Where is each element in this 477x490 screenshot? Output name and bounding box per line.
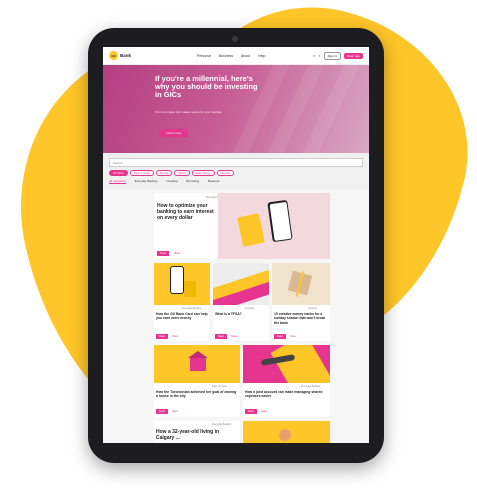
bank-card-image	[237, 213, 265, 247]
logo-icon: GX	[109, 51, 118, 60]
article-image	[154, 345, 240, 383]
chip-spend[interactable]: Spend	[174, 170, 190, 176]
chip-all-topics[interactable]: All Topics	[109, 170, 128, 176]
hero-subtitle: Find out where GIC makes sense for your …	[155, 110, 222, 114]
article-category: Save & Invest	[212, 385, 227, 388]
article-category: Investing	[245, 307, 255, 310]
article-category: Lifestyle	[308, 307, 317, 310]
open-account-button[interactable]: Open app	[343, 52, 363, 59]
hero-title: If you're a millennial, here's why you s…	[155, 74, 258, 99]
logo-text: Bank	[120, 53, 132, 58]
featured-image	[218, 193, 330, 259]
share-link[interactable]: Share	[290, 335, 296, 338]
phone-image	[170, 266, 184, 294]
camera-icon	[232, 36, 238, 42]
read-button[interactable]: Read	[274, 334, 286, 339]
share-link[interactable]: Share	[172, 335, 178, 338]
share-link[interactable]: Share	[231, 335, 237, 338]
article-title: How the GX Bank Card can help you earn m…	[156, 312, 208, 321]
top-navigation: GX Bank Personal Business About Help ⌕ ◐…	[103, 47, 369, 65]
article-title: How the Torontonian achieved her goal of…	[156, 390, 237, 399]
language-icon[interactable]: ◐	[318, 53, 320, 58]
search-input[interactable]: Search	[109, 158, 363, 167]
read-button[interactable]: Read	[245, 409, 257, 414]
read-button[interactable]: Read	[215, 334, 227, 339]
topic-chips: All Topics Save & Invest Borrow Spend Ma…	[109, 170, 363, 176]
bank-card-image	[184, 281, 196, 297]
article-title: How a 32-year-old living in Calgary ...	[156, 429, 220, 441]
tab-investing[interactable]: Investing	[166, 179, 177, 184]
tab-everyday-banking[interactable]: Everyday Banking	[135, 179, 158, 184]
share-link[interactable]: Share	[261, 410, 267, 413]
article-category: Everyday Banking	[182, 307, 202, 310]
article-title: 15 creative money hacks for a holiday se…	[274, 312, 326, 325]
article-card[interactable]: Everyday Banking How a 32-year-old livin…	[154, 421, 240, 443]
article-card[interactable]: Everyday Banking How a joint account can…	[243, 345, 330, 417]
sign-in-button[interactable]: Sign in	[323, 51, 341, 60]
hero-cta-button[interactable]: Learn more	[159, 129, 189, 137]
chip-save-invest[interactable]: Save & Invest	[129, 170, 154, 176]
nav-link-help[interactable]: Help	[258, 54, 265, 58]
article-image	[213, 263, 269, 305]
article-title: How to optimize your banking to earn int…	[157, 203, 214, 221]
article-image	[243, 345, 330, 383]
article-image	[272, 263, 330, 305]
nav-link-personal[interactable]: Personal	[197, 54, 211, 58]
nav-link-about[interactable]: About	[241, 54, 250, 58]
logo[interactable]: GX Bank	[109, 51, 169, 60]
phone-image	[267, 199, 293, 243]
nav-link-business[interactable]: Business	[219, 54, 233, 58]
article-title: How a joint account can make managing sh…	[245, 390, 323, 399]
article-title: What is a TFSA?	[215, 312, 242, 316]
article-card[interactable]: Everyday Banking How the GX Bank Card ca…	[154, 263, 210, 341]
tab-business[interactable]: Business	[208, 179, 219, 184]
tablet-screen: GX Bank Personal Business About Help ⌕ ◐…	[103, 47, 369, 443]
read-button[interactable]: Read	[156, 334, 168, 339]
tab-borrowing[interactable]: Borrowing	[187, 179, 200, 184]
featured-article-card[interactable]: Everyday Banking How to optimize your ba…	[154, 193, 330, 259]
house-image	[190, 357, 206, 371]
article-category: Everyday Banking	[301, 385, 321, 388]
share-link[interactable]: Share	[174, 252, 180, 255]
article-category: Everyday Banking	[212, 423, 232, 426]
read-button[interactable]: Read	[156, 409, 168, 414]
articles-grid: Everyday Banking How to optimize your ba…	[103, 189, 369, 443]
article-image	[243, 421, 330, 443]
article-card[interactable]: Lifestyle 15 creative money hacks for a …	[272, 263, 330, 341]
share-link[interactable]: Share	[172, 410, 178, 413]
category-tabs: All categories Everyday Banking Investin…	[109, 179, 363, 184]
article-card[interactable]: Save & Invest How the Torontonian achiev…	[154, 345, 240, 417]
chip-make-money[interactable]: Make Money	[191, 170, 215, 176]
tab-all-categories[interactable]: All categories	[109, 179, 126, 184]
article-image	[154, 263, 210, 305]
hero-banner: If you're a millennial, here's why you s…	[103, 65, 369, 153]
search-icon[interactable]: ⌕	[313, 53, 315, 58]
filter-area: Search All Topics Save & Invest Borrow S…	[103, 153, 369, 189]
chip-lifestyle[interactable]: Lifestyle	[216, 170, 235, 176]
article-card[interactable]: Investing What is a TFSA? Read Share	[213, 263, 269, 341]
chip-borrow[interactable]: Borrow	[155, 170, 173, 176]
read-button[interactable]: Read	[157, 251, 169, 256]
